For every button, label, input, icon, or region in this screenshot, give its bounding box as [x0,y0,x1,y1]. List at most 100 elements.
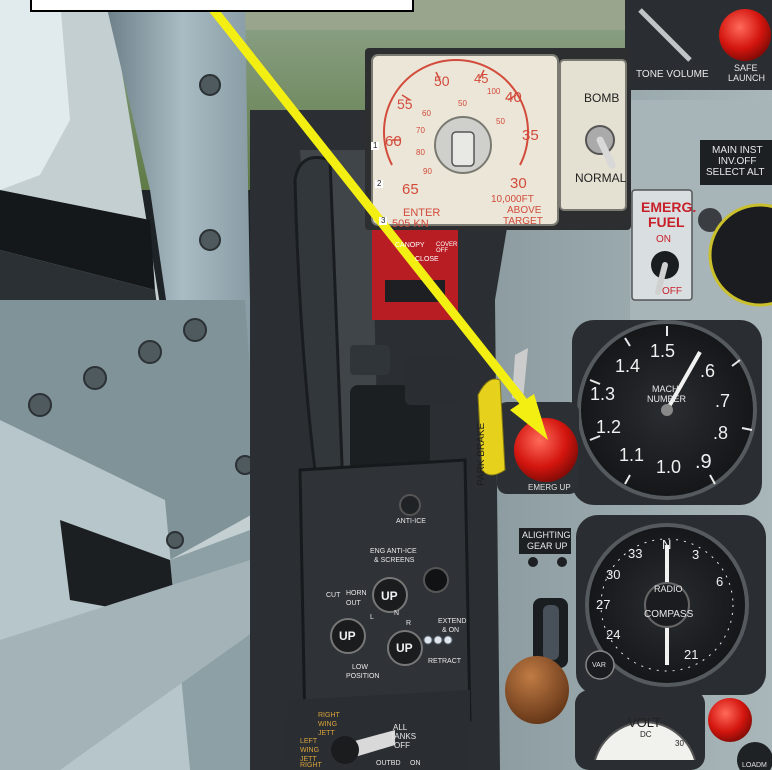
anti-ice-label: ANTI-ICE [396,518,426,525]
alighting-label-2: GEAR UP [527,541,568,551]
volt-scale-30: 30 [675,739,684,748]
speed-65: 65 [402,181,419,198]
small-alt-50b: 50 [496,117,505,126]
small-alt-50a: 50 [458,99,467,108]
small-num-90: 90 [423,167,432,176]
var-label: VAR [592,662,606,669]
bomb-computer-knob[interactable] [436,118,492,174]
up-label-nose[interactable]: UP [381,590,398,602]
low-position-label-2: POSITION [346,673,380,680]
bomb-normal-toggle[interactable] [585,120,617,170]
canopy-label: CANOPY [395,242,425,249]
safe-launch-label-2: LAUNCH [728,73,766,83]
annotation-callout [30,0,414,12]
canopy-cover-label: COVER OFF [436,242,458,254]
compass-label-2: COMPASS [644,609,694,620]
right-wing-label-1: RIGHT [318,712,340,719]
emerg-up-button[interactable] [515,418,579,482]
small-num-100: 100 [487,87,501,96]
horn-cutout-button[interactable] [322,600,342,620]
speed-55: 55 [397,96,413,112]
all-tanks-label-3: OFF [394,741,410,750]
side-mark-2: 2 [375,179,384,188]
mach-num-09: .9 [695,451,712,473]
eng-anti-ice-label-2: & SCREENS [374,557,415,564]
canopy-close-label: CLOSE [415,256,439,263]
speed-45: 45 [474,71,489,86]
up-label-right[interactable]: UP [396,642,413,654]
volt-red-button[interactable] [708,698,752,742]
alighting-label-1: ALIGHTING [522,530,571,540]
cut-label: CUT [326,592,341,599]
emerg-up-label: EMERG UP [528,483,571,492]
compass-num-30: 30 [606,567,621,582]
tone-volume-knob[interactable] [640,5,695,60]
horn-label: HORN [346,590,367,597]
compass-num-6: 6 [716,574,724,589]
mach-label-2: NUMBER [647,394,687,404]
up-label-left[interactable]: UP [339,630,356,642]
compass-num-n: N [662,537,672,552]
right-bottom-label: RIGHT [300,762,322,769]
eng-anti-ice-label-1: ENG ANTI-ICE [370,548,417,555]
mach-num-11: 1.1 [619,445,645,465]
bomb-label: BOMB [584,91,620,105]
fuel-tank-selector[interactable] [330,728,396,764]
right-wing-label-2: WING [318,721,338,728]
alt-label-2: ABOVE [507,205,542,216]
anti-ice-switch[interactable] [400,495,420,515]
mach-num-13: 1.3 [590,384,616,404]
speed-60: 60 [385,133,402,150]
emerg-fuel-title-2: FUEL [648,214,685,230]
retract-label: RETRACT [428,658,462,665]
alt-label-1: 10,000FT [491,194,534,205]
alt-label-3: TARGET [503,216,543,227]
side-mark-3: 3 [379,216,388,225]
mach-label-1: MACH [652,384,679,394]
emerg-fuel-switch[interactable] [650,250,680,295]
low-position-label-1: LOW [352,664,368,671]
emerg-fuel-title-1: EMERG. [641,199,697,215]
canopy-handle[interactable] [385,278,447,304]
mach-num-06: .6 [700,361,716,381]
emerg-fuel-on: ON [656,234,671,245]
eng-anti-ice-switch[interactable] [424,568,448,592]
volt-label: VOLT [628,715,661,730]
alighting-gear-lever[interactable] [505,654,569,724]
mach-num-10: 1.0 [656,457,682,477]
side-mark-1: 1 [371,141,380,150]
speed-50: 50 [434,73,450,89]
mach-num-08: .8 [713,423,729,443]
small-num-80: 80 [416,148,425,157]
mach-num-12: 1.2 [596,417,622,437]
main-inst-line1: MAIN INST [712,145,763,156]
small-num-70: 70 [416,126,425,135]
mach-num-14: 1.4 [615,356,641,376]
out-label: OUT [346,600,361,607]
small-num-60: 60 [422,109,431,118]
gear-r-label: R [406,620,412,627]
gear-l-label: L [370,614,374,621]
compass-num-27: 27 [596,597,611,612]
alt-40: 40 [505,89,522,106]
volt-dc-label: DC [640,730,652,739]
normal-label: NORMAL [575,171,627,185]
enter-speed-label: 505 KN [392,218,429,230]
safe-launch-button[interactable] [730,48,760,62]
compass-num-3: 3 [692,547,700,562]
mach-num-15: 1.5 [650,341,676,361]
safe-launch-label-1: SAFE [734,63,758,73]
alt-30: 30 [510,175,527,192]
compass-num-21: 21 [684,647,699,662]
outbd-on-label: ON [410,760,421,767]
gear-n-label: N [394,610,400,617]
left-wing-label-2: WING [300,747,320,754]
extend-label-1: EXTEND [438,618,467,625]
left-wing-label-1: LEFT [300,738,318,745]
flaps-switch[interactable] [422,632,454,648]
compass-num-33: 33 [628,546,643,561]
alt-35: 35 [522,127,539,144]
park-brake-handle[interactable] [478,378,506,478]
main-inst-line3: SELECT ALT [706,167,765,178]
tone-volume-label: TONE VOLUME [636,69,709,80]
